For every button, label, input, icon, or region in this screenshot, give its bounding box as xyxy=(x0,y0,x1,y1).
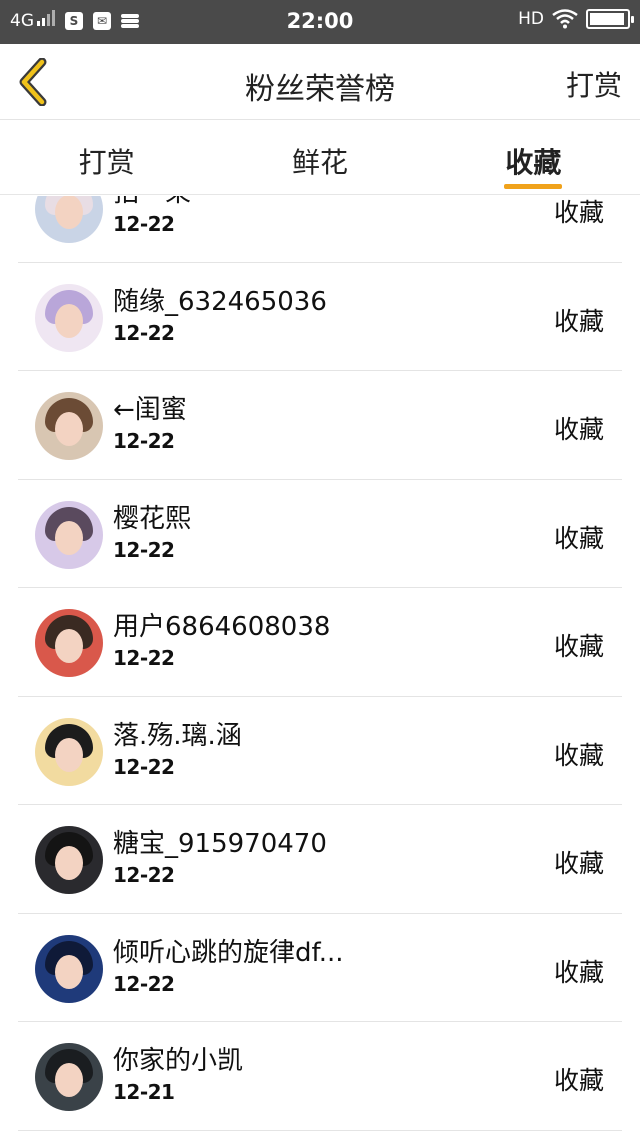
avatar-face xyxy=(55,846,83,880)
entry-date: 12-21 xyxy=(113,1080,175,1104)
avatar[interactable] xyxy=(35,500,103,569)
tab-favorites[interactable]: 收藏 xyxy=(427,121,640,194)
avatar-face xyxy=(55,737,83,772)
reward-button[interactable]: 打赏 xyxy=(566,64,622,104)
avatar[interactable] xyxy=(35,609,103,677)
tab-reward[interactable]: 打赏 xyxy=(0,121,213,194)
user-name: 樱花熙 xyxy=(113,503,192,534)
list-item[interactable]: 樱花熙 12-22 收藏 xyxy=(18,480,622,588)
action-label: 收藏 xyxy=(553,198,604,227)
action-label: 收藏 xyxy=(553,1066,604,1095)
avatar-face xyxy=(55,196,83,229)
list-item[interactable]: ←闺蜜 12-22 收藏 xyxy=(18,371,622,480)
nav-bar: 粉丝荣誉榜 打赏 xyxy=(0,44,640,120)
user-name: 糖宝_915970470 xyxy=(113,829,327,859)
avatar-face xyxy=(55,520,83,555)
entry-date: 12-22 xyxy=(113,212,175,236)
entry-date: 12-22 xyxy=(113,971,175,996)
avatar[interactable] xyxy=(35,934,103,1003)
list-item[interactable]: 糖宝_915970470 12-22 收藏 xyxy=(18,805,622,914)
avatar-face xyxy=(55,412,83,446)
entry-date: 12-22 xyxy=(113,863,175,887)
hd-label: HD xyxy=(518,9,544,29)
list-item[interactable]: 随缘_632465036 12-22 收藏 xyxy=(18,263,622,371)
status-bar: 4G S ✉ 22:00 HD xyxy=(0,0,640,44)
action-label: 收藏 xyxy=(553,632,604,661)
user-name: ←闺蜜 xyxy=(113,395,187,425)
user-name: 倾听心跳的旋律df... xyxy=(113,937,344,968)
action-label: 收藏 xyxy=(553,523,604,553)
tab-bar: 打赏 鲜花 收藏 xyxy=(0,121,640,195)
avatar[interactable] xyxy=(35,717,103,786)
action-label: 收藏 xyxy=(553,306,604,336)
entry-date: 12-22 xyxy=(113,754,175,779)
wifi-icon xyxy=(552,9,578,29)
list-item[interactable]: 拈一束 12-22 收藏 xyxy=(18,196,622,263)
avatar-face xyxy=(55,1063,83,1097)
action-label: 收藏 xyxy=(553,849,604,878)
avatar[interactable] xyxy=(35,196,103,243)
list-item[interactable]: 用户6864608038 12-22 收藏 xyxy=(18,588,622,697)
user-name: 随缘_632465036 xyxy=(113,286,327,317)
entry-date: 12-22 xyxy=(113,429,175,453)
status-right: HD xyxy=(518,9,634,29)
avatar-face xyxy=(55,954,83,989)
user-name: 你家的小凯 xyxy=(113,1046,244,1076)
list-item[interactable]: 倾听心跳的旋律df... 12-22 收藏 xyxy=(18,914,622,1022)
avatar[interactable] xyxy=(35,826,103,894)
fan-list[interactable]: 拈一束12-22收藏随缘_63246503612-22收藏←闺蜜12-22收藏樱… xyxy=(0,196,640,1138)
action-label: 收藏 xyxy=(553,740,604,770)
list-item[interactable]: 你家的小凯 12-21 收藏 xyxy=(18,1022,622,1131)
avatar-face xyxy=(55,629,83,663)
battery-icon xyxy=(586,9,634,29)
entry-date: 12-22 xyxy=(113,537,175,562)
avatar[interactable] xyxy=(35,1043,103,1111)
entry-date: 12-22 xyxy=(113,320,175,345)
avatar[interactable] xyxy=(35,283,103,352)
user-name: 落.殇.璃.涵 xyxy=(113,720,242,751)
avatar-face xyxy=(55,303,83,338)
list-item[interactable]: 落.殇.璃.涵 12-22 收藏 xyxy=(18,697,622,805)
tab-flowers[interactable]: 鲜花 xyxy=(213,121,426,194)
fan-list-content: 拈一束12-22收藏随缘_63246503612-22收藏←闺蜜12-22收藏樱… xyxy=(0,196,640,1131)
user-name: 拈一束 xyxy=(113,196,191,209)
page-title: 粉丝荣誉榜 xyxy=(245,72,395,107)
action-label: 收藏 xyxy=(553,957,604,987)
avatar[interactable] xyxy=(35,392,103,460)
entry-date: 12-22 xyxy=(113,646,175,670)
action-label: 收藏 xyxy=(553,415,604,444)
user-name: 用户6864608038 xyxy=(113,612,331,642)
